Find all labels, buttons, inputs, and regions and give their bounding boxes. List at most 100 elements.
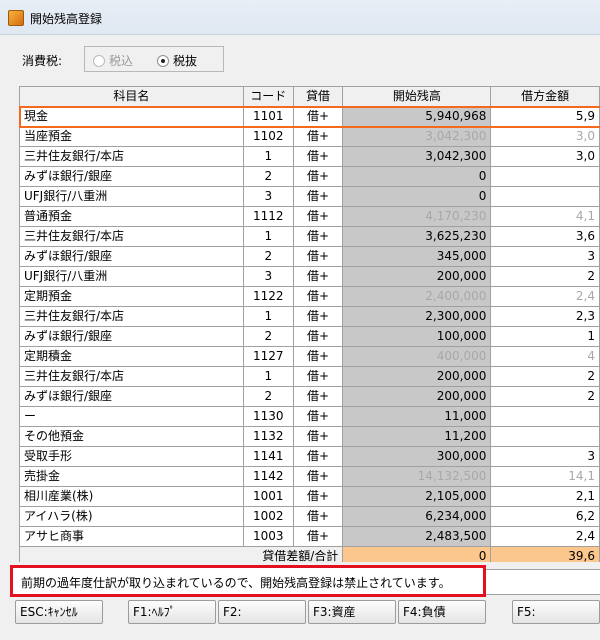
side-cell[interactable]: 借+ xyxy=(292,106,344,127)
table-row[interactable]: 三井住友銀行/本店 1 借+ 2,300,000 2,3 xyxy=(19,306,600,327)
header-opening-balance[interactable]: 開始残高 xyxy=(342,86,492,107)
debit-amount-cell[interactable]: 3,0 xyxy=(490,126,600,147)
side-cell[interactable]: 借+ xyxy=(292,206,344,227)
side-cell[interactable]: 借+ xyxy=(292,446,344,467)
account-name-cell[interactable]: 当座預金 xyxy=(19,126,244,147)
account-name-cell[interactable]: 定期預金 xyxy=(19,286,244,307)
account-name-cell[interactable]: 三井住友銀行/本店 xyxy=(19,226,244,247)
balance-grid[interactable]: 科目名 コード 貸借 開始残高 借方金額 現金 1101 借+ 5,940,968 5,… xyxy=(19,86,600,562)
debit-amount-cell[interactable]: 6,2 xyxy=(490,506,600,527)
code-cell[interactable]: 1141 xyxy=(242,446,294,467)
f5-button[interactable]: F5: xyxy=(512,600,600,624)
opening-balance-cell[interactable]: 2,300,000 xyxy=(342,306,492,327)
code-cell[interactable]: 3 xyxy=(242,266,294,287)
opening-balance-cell[interactable]: 14,132,500 xyxy=(342,466,492,487)
side-cell[interactable]: 借+ xyxy=(292,506,344,527)
debit-amount-cell[interactable]: 3,6 xyxy=(490,226,600,247)
opening-balance-cell[interactable]: 200,000 xyxy=(342,386,492,407)
table-row[interactable]: 相川産業(株) 1001 借+ 2,105,000 2,1 xyxy=(19,486,600,507)
header-side[interactable]: 貸借 xyxy=(292,86,344,107)
debit-amount-cell[interactable]: 2 xyxy=(490,266,600,287)
debit-amount-cell[interactable] xyxy=(490,406,600,427)
opening-balance-cell[interactable]: 11,000 xyxy=(342,406,492,427)
opening-balance-cell[interactable]: 0 xyxy=(342,186,492,207)
account-name-cell[interactable]: みずほ銀行/銀座 xyxy=(19,386,244,407)
side-cell[interactable]: 借+ xyxy=(292,386,344,407)
debit-amount-cell[interactable] xyxy=(490,166,600,187)
opening-balance-cell[interactable]: 400,000 xyxy=(342,346,492,367)
account-name-cell[interactable]: 現金 xyxy=(19,106,244,127)
code-cell[interactable]: 1 xyxy=(242,306,294,327)
code-cell[interactable]: 1132 xyxy=(242,426,294,447)
table-row[interactable]: 当座預金 1102 借+ 3,042,300 3,0 xyxy=(19,126,600,147)
table-row[interactable]: 定期積金 1127 借+ 400,000 4 xyxy=(19,346,600,367)
debit-amount-cell[interactable]: 3 xyxy=(490,446,600,467)
account-name-cell[interactable]: ー xyxy=(19,406,244,427)
esc-cancel-button[interactable]: ESC:ｷｬﾝｾﾙ xyxy=(15,600,103,624)
debit-amount-cell[interactable]: 4,1 xyxy=(490,206,600,227)
code-cell[interactable]: 1101 xyxy=(242,106,294,127)
table-row[interactable]: みずほ銀行/銀座 2 借+ 0 xyxy=(19,166,600,187)
table-row[interactable]: UFJ銀行/八重洲 3 借+ 200,000 2 xyxy=(19,266,600,287)
side-cell[interactable]: 借+ xyxy=(292,346,344,367)
side-cell[interactable]: 借+ xyxy=(292,226,344,247)
code-cell[interactable]: 1112 xyxy=(242,206,294,227)
code-cell[interactable]: 1142 xyxy=(242,466,294,487)
account-name-cell[interactable]: UFJ銀行/八重洲 xyxy=(19,266,244,287)
account-name-cell[interactable]: 定期積金 xyxy=(19,346,244,367)
code-cell[interactable]: 1003 xyxy=(242,526,294,547)
opening-balance-cell[interactable]: 2,105,000 xyxy=(342,486,492,507)
debit-amount-cell[interactable]: 2,1 xyxy=(490,486,600,507)
side-cell[interactable]: 借+ xyxy=(292,366,344,387)
opening-balance-cell[interactable]: 3,625,230 xyxy=(342,226,492,247)
table-row[interactable]: 売掛金 1142 借+ 14,132,500 14,1 xyxy=(19,466,600,487)
table-row[interactable]: 受取手形 1141 借+ 300,000 3 xyxy=(19,446,600,467)
opening-balance-cell[interactable]: 3,042,300 xyxy=(342,146,492,167)
account-name-cell[interactable]: 相川産業(株) xyxy=(19,486,244,507)
account-name-cell[interactable]: 三井住友銀行/本店 xyxy=(19,366,244,387)
table-row[interactable]: 三井住友銀行/本店 1 借+ 3,042,300 3,0 xyxy=(19,146,600,167)
opening-balance-cell[interactable]: 100,000 xyxy=(342,326,492,347)
table-row[interactable]: 現金 1101 借+ 5,940,968 5,9 xyxy=(19,106,600,127)
code-cell[interactable]: 1 xyxy=(242,226,294,247)
debit-amount-cell[interactable]: 3 xyxy=(490,246,600,267)
debit-amount-cell[interactable] xyxy=(490,186,600,207)
table-row[interactable]: みずほ銀行/銀座 2 借+ 100,000 1 xyxy=(19,326,600,347)
side-cell[interactable]: 借+ xyxy=(292,286,344,307)
opening-balance-cell[interactable]: 2,483,500 xyxy=(342,526,492,547)
debit-amount-cell[interactable] xyxy=(490,426,600,447)
code-cell[interactable]: 1130 xyxy=(242,406,294,427)
header-code[interactable]: コード xyxy=(242,86,294,107)
code-cell[interactable]: 2 xyxy=(242,246,294,267)
opening-balance-cell[interactable]: 200,000 xyxy=(342,266,492,287)
account-name-cell[interactable]: 受取手形 xyxy=(19,446,244,467)
account-name-cell[interactable]: みずほ銀行/銀座 xyxy=(19,326,244,347)
account-name-cell[interactable]: アサヒ商事 xyxy=(19,526,244,547)
code-cell[interactable]: 1001 xyxy=(242,486,294,507)
debit-amount-cell[interactable]: 1 xyxy=(490,326,600,347)
tax-inclusive-radio[interactable]: 税込 xyxy=(93,52,133,69)
side-cell[interactable]: 借+ xyxy=(292,426,344,447)
table-row[interactable]: みずほ銀行/銀座 2 借+ 345,000 3 xyxy=(19,246,600,267)
code-cell[interactable]: 1 xyxy=(242,366,294,387)
table-row[interactable]: アサヒ商事 1003 借+ 2,483,500 2,4 xyxy=(19,526,600,547)
code-cell[interactable]: 1122 xyxy=(242,286,294,307)
f3-assets-button[interactable]: F3:資産 xyxy=(308,600,396,624)
account-name-cell[interactable]: その他預金 xyxy=(19,426,244,447)
code-cell[interactable]: 1002 xyxy=(242,506,294,527)
f1-help-button[interactable]: F1:ﾍﾙﾌﾟ xyxy=(128,600,216,624)
opening-balance-cell[interactable]: 2,400,000 xyxy=(342,286,492,307)
f4-liabilities-button[interactable]: F4:負債 xyxy=(398,600,486,624)
table-row[interactable]: 三井住友銀行/本店 1 借+ 200,000 2 xyxy=(19,366,600,387)
side-cell[interactable]: 借+ xyxy=(292,186,344,207)
opening-balance-cell[interactable]: 345,000 xyxy=(342,246,492,267)
table-row[interactable]: 普通預金 1112 借+ 4,170,230 4,1 xyxy=(19,206,600,227)
code-cell[interactable]: 2 xyxy=(242,386,294,407)
opening-balance-cell[interactable]: 6,234,000 xyxy=(342,506,492,527)
side-cell[interactable]: 借+ xyxy=(292,246,344,267)
debit-amount-cell[interactable]: 2,3 xyxy=(490,306,600,327)
opening-balance-cell[interactable]: 3,042,300 xyxy=(342,126,492,147)
side-cell[interactable]: 借+ xyxy=(292,266,344,287)
side-cell[interactable]: 借+ xyxy=(292,526,344,547)
code-cell[interactable]: 1 xyxy=(242,146,294,167)
